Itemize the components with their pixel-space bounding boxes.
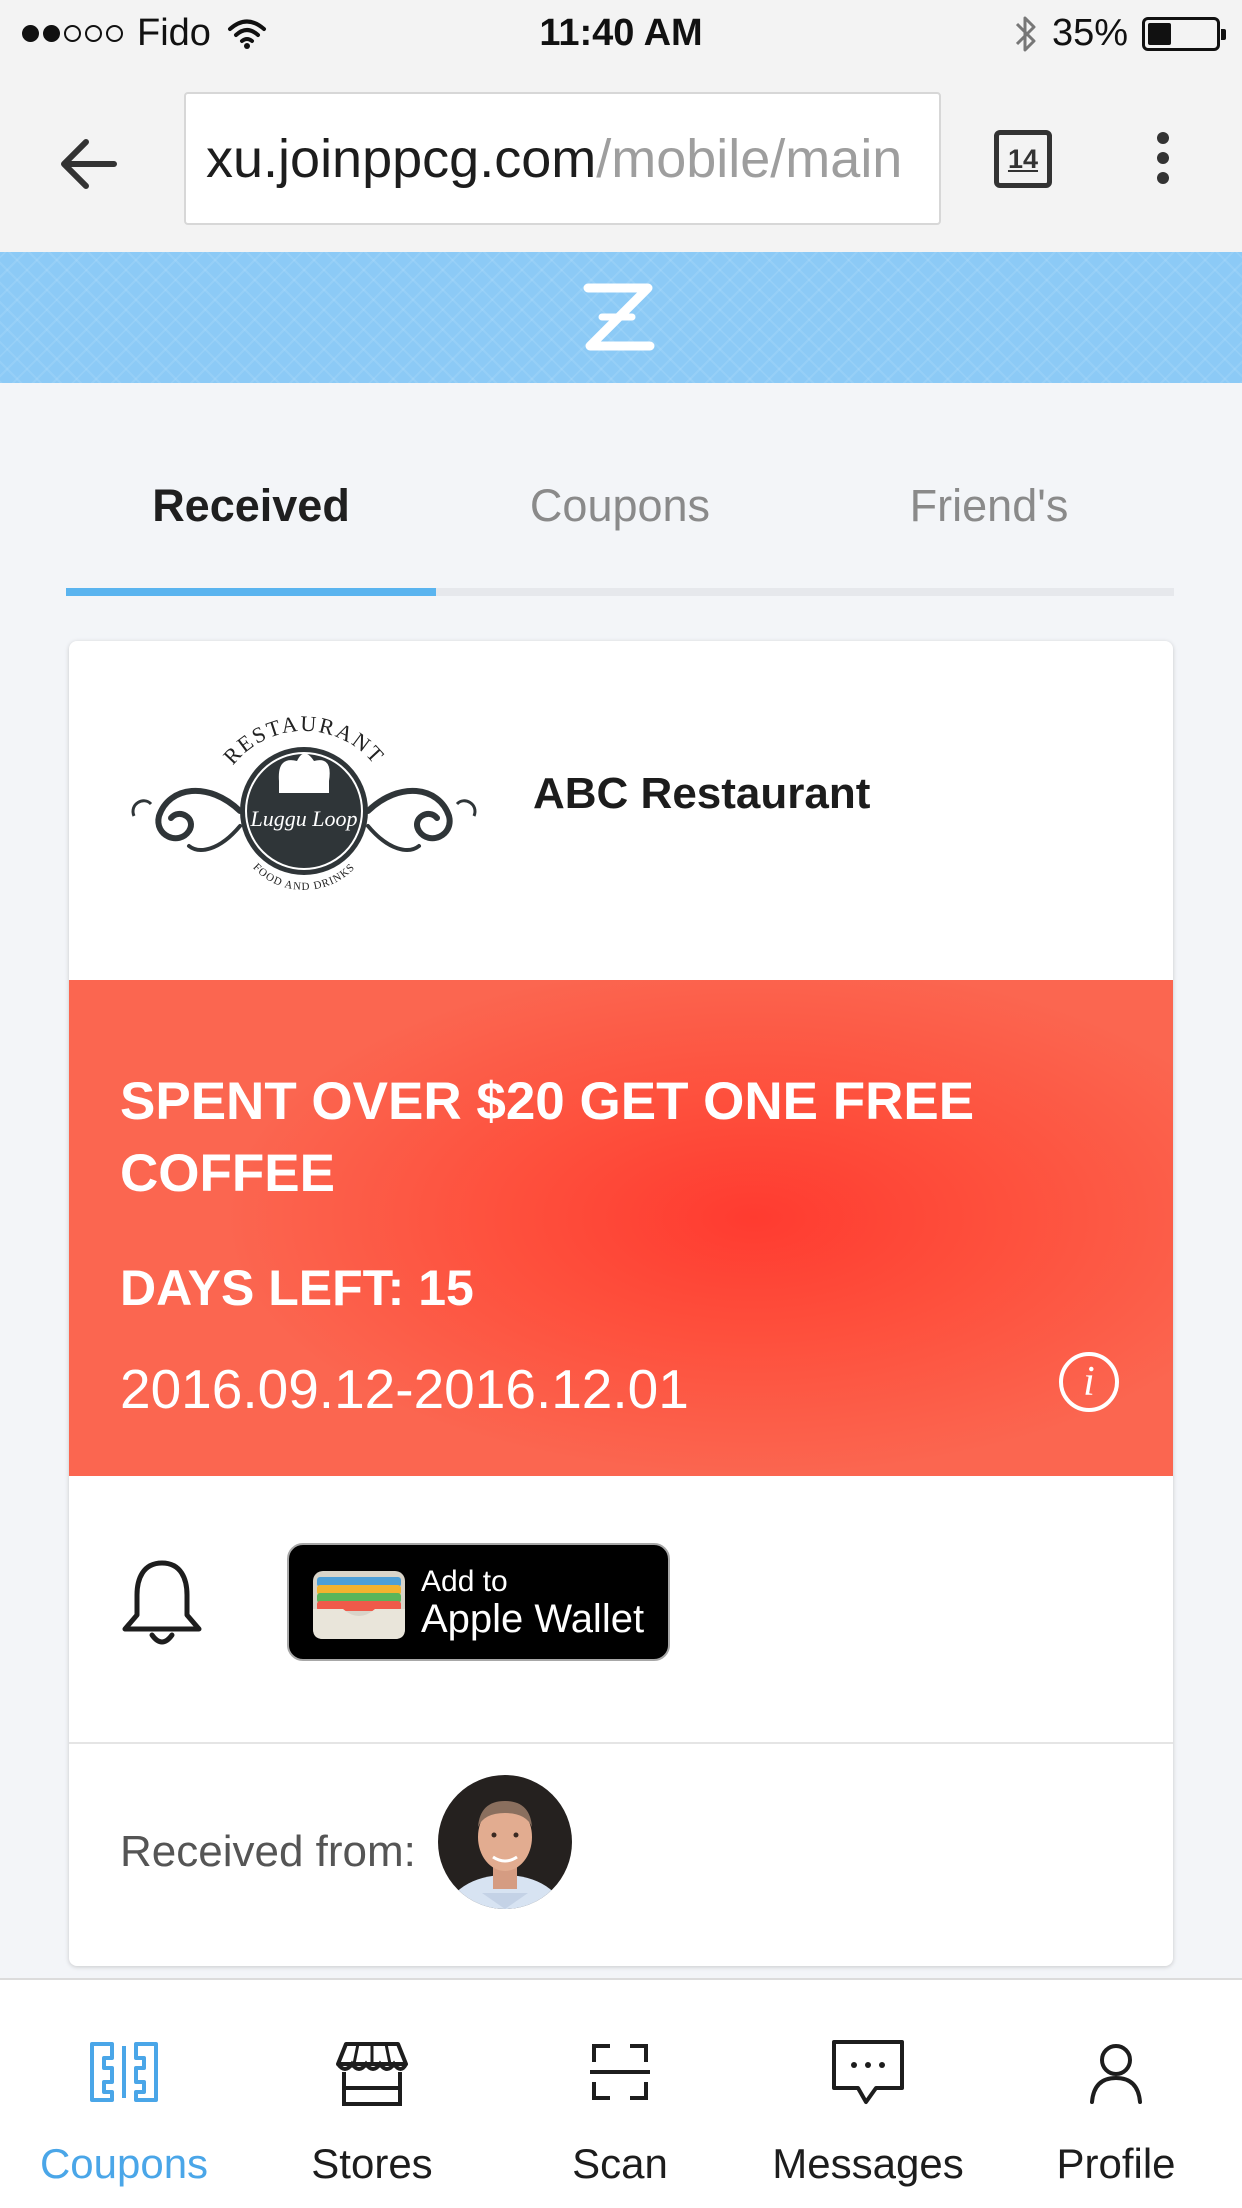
- status-right: 35%: [1014, 12, 1226, 55]
- nav-coupons[interactable]: Coupons: [0, 1980, 248, 2208]
- offer-title: SPENT OVER $20 GET ONE FREE COFFEE: [120, 1072, 975, 1203]
- merchant-name: ABC Restaurant: [533, 769, 871, 818]
- status-bar: Fido 11:40 AM 35%: [0, 0, 1242, 66]
- wallet-add-to-label: Add to: [421, 1565, 508, 1598]
- tab-coupons[interactable]: Coupons: [435, 480, 805, 532]
- offer-panel: SPENT OVER $20 GET ONE FREE COFFEE DAYS …: [69, 980, 1173, 1476]
- merchant-row: RESTAURANT FOOD AND DRINKS Luggu Loop AB…: [69, 641, 1173, 980]
- svg-text:Luggu Loop: Luggu Loop: [250, 806, 358, 831]
- days-left: DAYS LEFT: 15: [120, 1260, 474, 1316]
- nav-profile[interactable]: Profile: [992, 1980, 1240, 2208]
- coupons-icon: [90, 2042, 158, 2102]
- bluetooth-icon: [1015, 16, 1036, 51]
- tab-received[interactable]: Received: [66, 480, 436, 532]
- back-arrow-icon[interactable]: [52, 124, 132, 204]
- nav-label-coupons: Coupons: [39, 2140, 209, 2187]
- add-to-apple-wallet-button[interactable]: Add to Apple Wallet: [287, 1543, 670, 1661]
- coupon-tabs: Received Coupons Friend's: [66, 440, 1174, 600]
- nav-label-messages: Messages: [772, 2140, 964, 2187]
- nav-label-profile: Profile: [1056, 2140, 1176, 2187]
- scan-icon: [590, 2044, 650, 2100]
- nav-label-scan: Scan: [572, 2140, 668, 2187]
- store-icon: [336, 2042, 408, 2106]
- validity-dates: 2016.09.12-2016.12.01: [120, 1358, 689, 1420]
- sender-avatar[interactable]: [438, 1775, 572, 1909]
- active-tab-indicator: [66, 588, 436, 596]
- wallet-icon: [313, 1571, 405, 1639]
- messages-icon: [832, 2040, 904, 2104]
- tab-count: 14: [1007, 144, 1039, 174]
- nav-stores[interactable]: Stores: [248, 1980, 496, 2208]
- wallet-apple-wallet-label: Apple Wallet: [421, 1597, 645, 1641]
- bell-icon[interactable]: [119, 1557, 205, 1649]
- browser-toolbar: xu.joinppcg.com/mobile/main 14: [0, 66, 1242, 252]
- nav-label-stores: Stores: [311, 2140, 433, 2187]
- restaurant-logo: RESTAURANT FOOD AND DRINKS Luggu Loop: [131, 711, 477, 893]
- bottom-navigation: Coupons Stores Scan Messages Profile: [0, 1978, 1242, 2208]
- url-host: xu.joinppcg.com: [206, 128, 597, 189]
- address-bar[interactable]: xu.joinppcg.com/mobile/main: [184, 92, 941, 225]
- profile-icon: [1090, 2044, 1142, 2104]
- info-icon[interactable]: i: [1059, 1352, 1119, 1412]
- received-from-label: Received from:: [120, 1827, 416, 1876]
- battery-level: [1148, 22, 1171, 45]
- nav-scan[interactable]: Scan: [496, 1980, 744, 2208]
- z-logo-icon: [583, 283, 655, 351]
- received-from-row: Received from:: [69, 1744, 1173, 1966]
- battery-icon: [1142, 16, 1226, 51]
- app-header-banner: [0, 252, 1242, 383]
- action-row: Add to Apple Wallet: [69, 1476, 1173, 1744]
- coupon-card[interactable]: RESTAURANT FOOD AND DRINKS Luggu Loop AB…: [69, 641, 1173, 1966]
- tab-friends[interactable]: Friend's: [804, 480, 1174, 532]
- nav-messages[interactable]: Messages: [744, 1980, 992, 2208]
- overflow-menu-icon[interactable]: [1150, 132, 1176, 188]
- tabs-icon[interactable]: 14: [994, 130, 1052, 188]
- battery-percentage: 35%: [1051, 12, 1128, 54]
- url-path: /mobile/main: [596, 128, 903, 189]
